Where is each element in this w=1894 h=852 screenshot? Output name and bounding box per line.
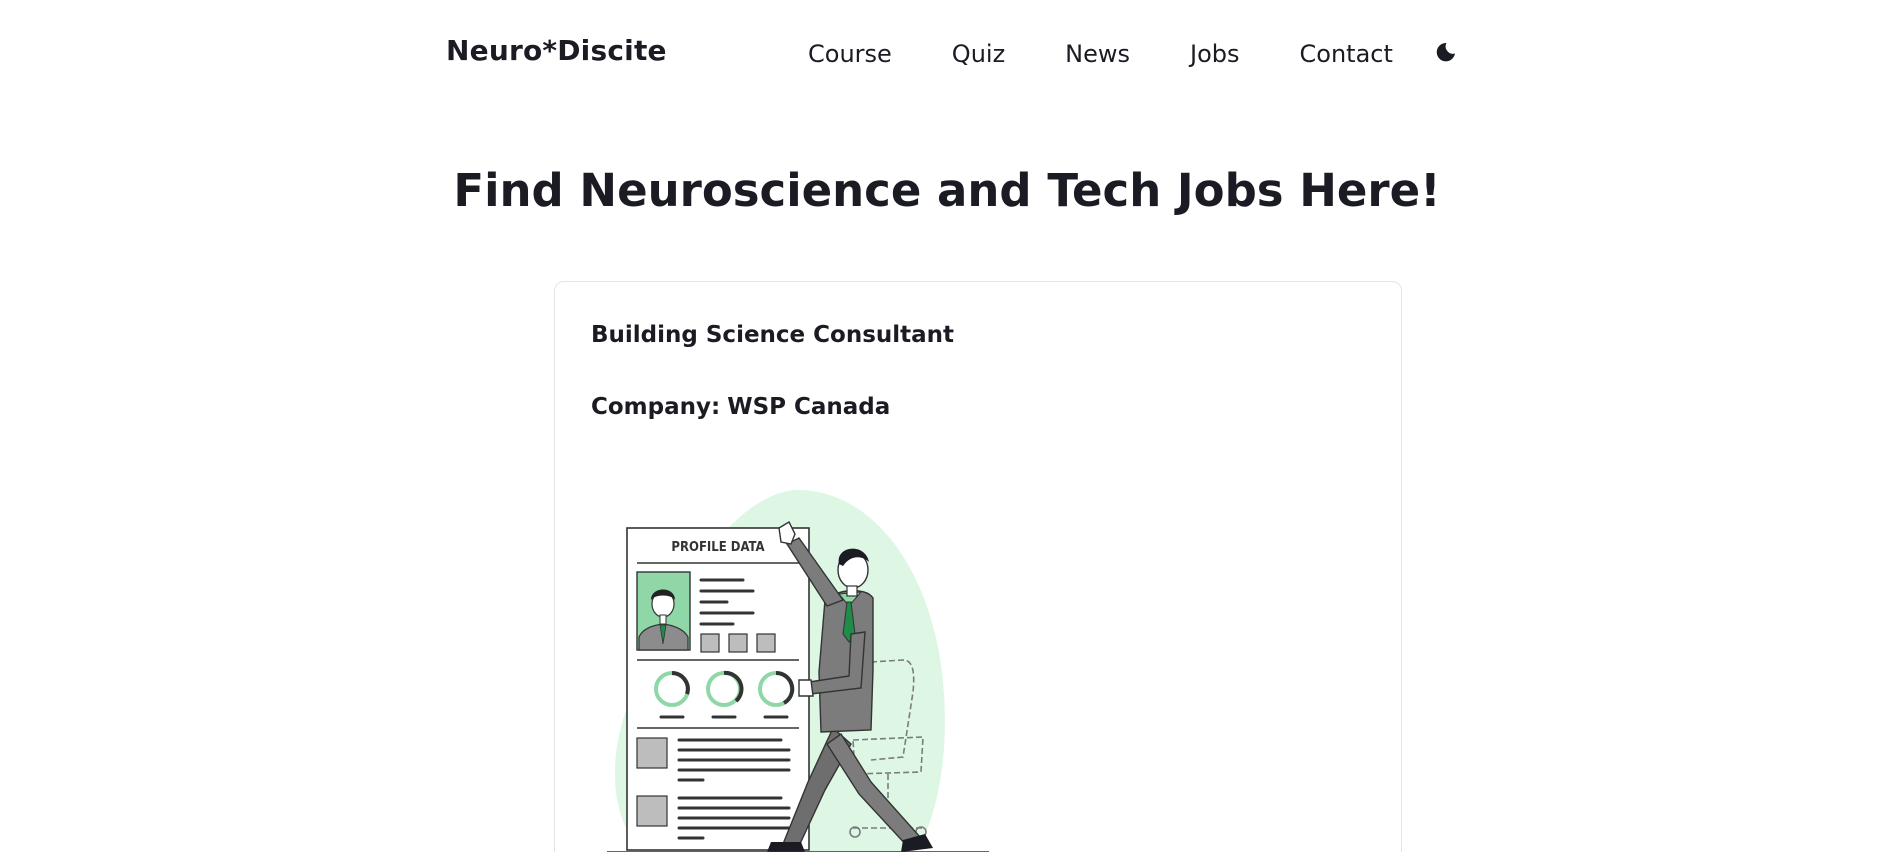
nav-link-course[interactable]: Course: [808, 40, 892, 68]
brand-logo[interactable]: Neuro*Discite: [446, 34, 667, 67]
page-title: Find Neuroscience and Tech Jobs Here!: [453, 164, 1441, 217]
theme-toggle-button[interactable]: [1432, 38, 1460, 66]
job-card: Building Science Consultant Company: WSP …: [554, 281, 1402, 852]
company-label: Company:: [591, 394, 721, 420]
nav-link-contact[interactable]: Contact: [1300, 40, 1393, 68]
profile-data-heading: PROFILE DATA: [671, 540, 764, 555]
nav-link-jobs[interactable]: Jobs: [1190, 40, 1240, 68]
job-company: Company: WSP Canada: [591, 394, 890, 420]
resume-illustration: PROFILE DATA: [603, 482, 1003, 852]
page: Neuro*Discite Course Quiz News Jobs Cont…: [0, 0, 1894, 852]
nav-link-quiz[interactable]: Quiz: [952, 40, 1005, 68]
resume-illustration-graphic: PROFILE DATA: [607, 489, 989, 852]
nav-link-news[interactable]: News: [1065, 40, 1130, 68]
navbar: Neuro*Discite Course Quiz News Jobs Cont…: [0, 0, 1894, 108]
company-name: WSP Canada: [727, 394, 891, 420]
job-title: Building Science Consultant: [591, 322, 955, 348]
nav-links: Course Quiz News Jobs Contact: [808, 38, 1393, 70]
moon-icon: [1436, 43, 1455, 62]
